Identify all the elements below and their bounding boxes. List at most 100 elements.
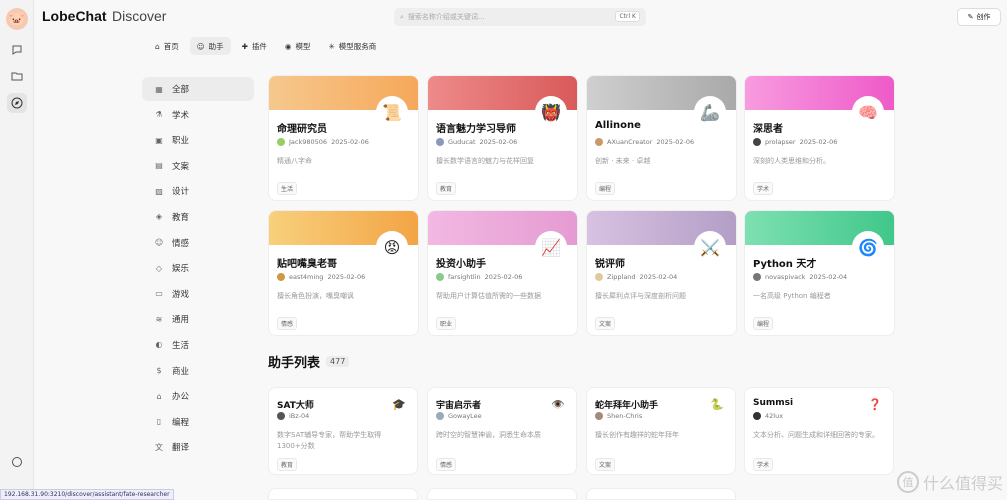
card-meta: GowayLee [436, 412, 482, 420]
card-title: Allinone [595, 120, 641, 131]
status-url: 192.168.31.90:3210/discover/assistant/fa… [0, 489, 174, 500]
category-academic[interactable]: ⚗ 学术 [142, 103, 254, 127]
card-desc: 数字SAT辅导专家，帮助学生取得1300+分数 [277, 431, 382, 450]
card-title: Summsi [753, 398, 794, 408]
assistant-card[interactable]: 宇宙启示者 👁️ GowayLee 跨时空的智慧神谕，洞悉生命本质 情感 [427, 387, 577, 475]
category-label: 办公 [172, 392, 190, 403]
card-title: 命理研究员 [277, 124, 327, 135]
card-desc: 跨时空的智慧神谕，洞悉生命本质 [436, 431, 541, 439]
card-title: 锐评师 [595, 259, 625, 270]
home-icon: ⌂ [155, 41, 160, 51]
layers-icon: ≋ [155, 314, 163, 324]
assistant-card-partial[interactable] [427, 488, 577, 500]
card-author: Guducat [448, 138, 476, 146]
category-label: 通用 [172, 315, 190, 326]
tab-providers[interactable]: ✳ 模型服务商 [321, 37, 383, 55]
category-copywriting[interactable]: ▤ 文案 [142, 154, 254, 178]
card-title: Python 天才 [753, 259, 817, 270]
card-tag: 职业 [436, 317, 457, 330]
category-career[interactable]: ▣ 职业 [142, 128, 254, 152]
category-design[interactable]: ▨ 设计 [142, 179, 254, 203]
card-title: 宇宙启示者 [436, 401, 482, 411]
category-general[interactable]: ≋ 通用 [142, 307, 254, 331]
search-placeholder: 搜索名称介绍或关键词... [407, 13, 485, 21]
assistant-card[interactable]: Summsi ❓ 42lux 文本分析、问题生成和详细回答的专家。 学术 [744, 387, 894, 475]
featured-card[interactable]: 📜 命理研究员 Jack980506 2025-02-06 精通八字命 生活 [268, 75, 419, 201]
card-desc: 擅长创作有趣祥的蛇年拜年 [595, 431, 679, 439]
nav-tabs: ⌂ 首页 ☺ 助手 ✚ 插件 ◉ 模型 ✳ 模型服务商 [148, 37, 383, 55]
category-business[interactable]: $ 商业 [142, 359, 254, 383]
category-all[interactable]: ▦ 全部 [142, 77, 254, 101]
category-label: 商业 [172, 366, 190, 377]
category-entertainment[interactable]: ◇ 娱乐 [142, 256, 254, 280]
create-label: 创作 [976, 13, 991, 21]
tab-home[interactable]: ⌂ 首页 [148, 37, 186, 55]
card-date: 2025-02-06 [799, 138, 838, 146]
featured-card[interactable]: 🧠 深思者 prolapser 2025-02-06 深刻的人类思维和分析。 学术 [744, 75, 895, 201]
tab-label: 插件 [251, 41, 267, 51]
card-title: 投资小助手 [436, 259, 486, 270]
cup-icon: ◐ [155, 340, 163, 350]
grid-icon: ▦ [155, 84, 163, 94]
card-desc: 擅长角色扮演，嘴臭嘲讽 [277, 292, 354, 300]
author-avatar [277, 138, 285, 146]
category-label: 文案 [172, 161, 190, 172]
author-avatar [595, 273, 603, 281]
assistant-card-partial[interactable] [268, 488, 418, 500]
category-life[interactable]: ◐ 生活 [142, 333, 254, 357]
card-meta: Zippland 2025-02-04 [595, 273, 677, 281]
watermark-badge: 值 [896, 471, 919, 493]
assistant-card-partial[interactable] [586, 488, 736, 500]
github-icon[interactable] [7, 452, 27, 472]
chart-up-icon: 📈 [537, 233, 565, 261]
category-label: 全部 [172, 85, 190, 95]
card-author: Zippland [607, 273, 636, 281]
robot-arm-icon: 🦾 [696, 98, 724, 126]
doc-icon: ▤ [155, 161, 163, 171]
category-label: 编程 [172, 417, 190, 428]
category-games[interactable]: ▭ 游戏 [142, 282, 254, 306]
page-section-title: Discover [112, 8, 167, 24]
chat-icon[interactable] [7, 40, 27, 60]
category-programming[interactable]: ▯ 编程 [142, 410, 254, 434]
card-date: 2025-02-06 [327, 273, 366, 281]
card-tag: 学术 [753, 182, 774, 195]
card-author: farsightlin [448, 273, 481, 281]
card-meta: AXuanCreator 2025-02-06 [595, 138, 694, 146]
featured-card[interactable]: 📈 投资小助手 farsightlin 2025-02-06 帮助用户计算估值所需… [427, 210, 578, 336]
brand-name[interactable]: LobeChat [42, 8, 107, 24]
assistant-card[interactable]: SAT大师 🎓 iBz-04 数字SAT辅导专家，帮助学生取得1300+分数 教… [268, 387, 418, 475]
category-office[interactable]: ⌂ 办公 [142, 384, 254, 408]
translate-icon: 文 [155, 442, 163, 452]
featured-card[interactable]: 😡 贴吧嘴臭老哥 east4ming 2025-02-06 擅长角色扮演，嘴臭嘲讽… [268, 210, 419, 336]
card-desc: 创新 · 未来 · 卓越 [595, 157, 651, 165]
tab-plugins[interactable]: ✚ 插件 [235, 37, 274, 55]
category-label: 设计 [172, 187, 190, 198]
assistant-card[interactable]: 蛇年拜年小助手 🐍 Shen-Chris 擅长创作有趣祥的蛇年拜年 文案 [586, 387, 736, 475]
compass-icon[interactable] [7, 93, 27, 113]
author-avatar [436, 138, 444, 146]
card-tag: 情感 [436, 458, 457, 471]
featured-card[interactable]: ⚔️ 锐评师 Zippland 2025-02-04 擅长犀利点评与深度剖析问题 … [586, 210, 737, 336]
assistant-list-header: 助手列表 477 [268, 352, 350, 371]
user-avatar[interactable]: 🐷 [6, 8, 28, 30]
featured-card[interactable]: 🦾 Allinone AXuanCreator 2025-02-06 创新 · 未… [586, 75, 737, 201]
create-button[interactable]: ✎ 创作 [957, 8, 1001, 26]
snake-icon: 🐍 [710, 397, 724, 411]
card-desc: 擅长数学语言的魅力与花样回复 [436, 157, 534, 165]
featured-card[interactable]: 👹 语言魅力学习导师 Guducat 2025-02-06 擅长数学语言的魅力与花… [427, 75, 578, 201]
search-input[interactable]: ⌕ 搜索名称介绍或关键词... Ctrl K [394, 8, 646, 26]
category-education[interactable]: ◈ 教育 [142, 205, 254, 229]
category-translation[interactable]: 文翻译 [142, 435, 254, 459]
question-mark-icon: ❓ [868, 397, 882, 411]
code-icon: ▯ [156, 417, 162, 427]
card-tag: 文案 [595, 458, 616, 471]
tab-assistants[interactable]: ☺ 助手 [189, 37, 231, 55]
featured-card[interactable]: 🌀 Python 天才 novaspivack 2025-02-04 一名高级 P… [744, 210, 895, 336]
angry-face-icon: 😡 [378, 233, 406, 261]
folder-icon[interactable] [7, 66, 27, 86]
crossed-swords-icon: ⚔️ [696, 233, 724, 261]
tab-models[interactable]: ◉ 模型 [278, 37, 318, 55]
author-avatar [277, 273, 285, 281]
category-emotion[interactable]: ☺ 情感 [142, 231, 254, 255]
